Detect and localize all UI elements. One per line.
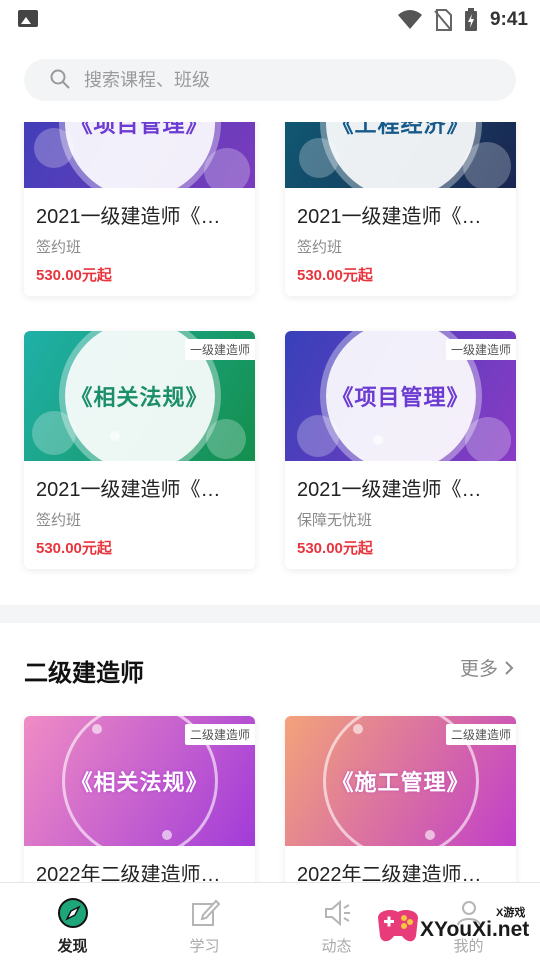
nav-label: 学习 — [189, 938, 220, 955]
course-card[interactable]: 二级建造师 《施工管理》 2022年二级建造师… — [285, 716, 516, 882]
course-card[interactable]: 《工程经济》 2021一级建造师《… 签约班 530.00元起 — [285, 122, 516, 296]
class-type: 保障无忧班 — [297, 512, 373, 529]
photo-icon — [18, 10, 38, 27]
search-input[interactable] — [84, 59, 484, 101]
compass-icon — [58, 898, 88, 928]
edit-icon — [192, 899, 221, 926]
course-card[interactable]: 《项目管理》 2021一级建造师《… 签约班 530.00元起 — [24, 122, 255, 296]
nav-tab-study[interactable]: 学习 — [137, 883, 272, 960]
course-price: 530.00元起 — [297, 540, 373, 557]
speaker-icon — [325, 899, 350, 927]
level-badge: 二级建造师 — [184, 724, 255, 745]
class-type: 签约班 — [36, 239, 82, 256]
course-thumbnail: 《项目管理》 — [24, 122, 255, 188]
level-badge: 一级建造师 — [445, 339, 516, 360]
section-divider — [0, 605, 540, 623]
course-thumbnail: 一级建造师 《相关法规》 — [24, 331, 255, 461]
level-badge: 一级建造师 — [184, 339, 255, 360]
search-bar[interactable] — [24, 59, 516, 101]
course-card[interactable]: 一级建造师 《项目管理》 2021一级建造师《… 保障无忧班 530.00元起 — [285, 331, 516, 569]
course-thumbnail: 《工程经济》 — [285, 122, 516, 188]
status-bar: 9:41 — [0, 0, 540, 40]
more-label: 更多 — [459, 659, 498, 680]
course-price: 530.00元起 — [36, 267, 112, 284]
watermark-text: XYouXi.net — [420, 918, 530, 941]
course-name: 2021一级建造师《… — [36, 206, 221, 228]
battery-charging-icon — [464, 8, 477, 31]
search-icon — [50, 69, 70, 89]
clock: 9:41 — [489, 9, 528, 30]
level-badge: 二级建造师 — [445, 724, 516, 745]
more-link[interactable]: 更多 — [460, 654, 514, 681]
course-name: 2021一级建造师《… — [297, 206, 482, 228]
wifi-icon — [397, 10, 422, 29]
chevron-right-icon — [505, 660, 514, 675]
course-card[interactable]: 一级建造师 《相关法规》 2021一级建造师《… 签约班 530.00元起 — [24, 331, 255, 569]
course-name: 2022年二级建造师… — [297, 864, 482, 882]
no-sim-icon — [434, 9, 452, 31]
gamepad-icon — [378, 910, 418, 942]
course-price: 530.00元起 — [36, 540, 112, 557]
course-price: 530.00元起 — [297, 267, 373, 284]
class-type: 签约班 — [36, 512, 82, 529]
course-thumbnail: 二级建造师 《相关法规》 — [24, 716, 255, 846]
nav-label: 发现 — [57, 938, 88, 955]
course-name: 2021一级建造师《… — [36, 479, 221, 501]
watermark-logo: X游戏 XYouXi.net — [368, 890, 540, 956]
course-name: 2022年二级建造师… — [36, 864, 221, 882]
course-card[interactable]: 二级建造师 《相关法规》 2022年二级建造师… — [24, 716, 255, 882]
course-thumbnail: 二级建造师 《施工管理》 — [285, 716, 516, 846]
course-thumbnail: 一级建造师 《项目管理》 — [285, 331, 516, 461]
class-type: 签约班 — [297, 239, 343, 256]
course-name: 2021一级建造师《… — [297, 479, 482, 501]
section-title: 二级建造师 — [24, 660, 144, 687]
nav-tab-discover[interactable]: 发现 — [5, 883, 140, 960]
course-feed[interactable]: 《项目管理》 2021一级建造师《… 签约班 530.00元起 《工程经济》 2… — [0, 122, 540, 882]
